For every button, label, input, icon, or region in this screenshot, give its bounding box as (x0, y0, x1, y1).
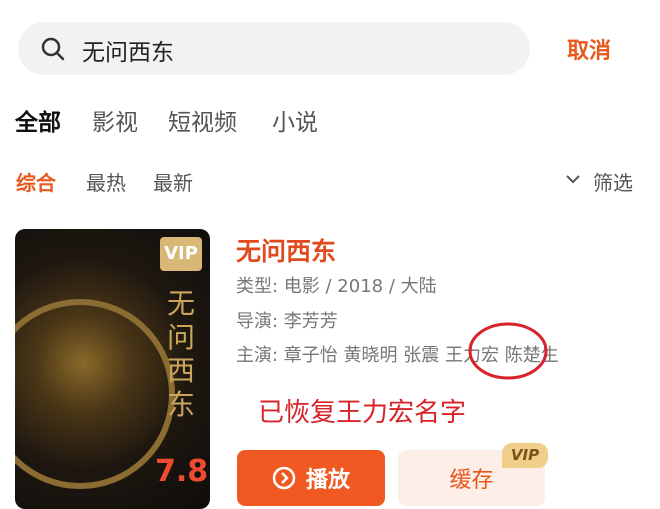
clock-graphic (15, 299, 175, 489)
chevron-down-icon (566, 175, 580, 184)
play-label: 播放 (305, 468, 350, 493)
sort-hottest[interactable]: 最热 (86, 167, 126, 196)
result-title[interactable]: 无问西东 (236, 232, 336, 268)
filter-button[interactable]: 筛选 (593, 167, 633, 196)
tab-video[interactable]: 影视 (92, 103, 138, 137)
tab-all[interactable]: 全部 (15, 103, 61, 137)
search-icon (41, 37, 65, 61)
tab-novel[interactable]: 小说 (272, 103, 318, 137)
cast-label: 主演: (236, 345, 284, 366)
rating: 7.8 (155, 454, 209, 489)
poster-image[interactable]: VIP 无问西东 7.8 (15, 229, 210, 509)
cast-member: 章子怡 (283, 345, 338, 366)
highlight-circle (468, 322, 548, 380)
result-type: 类型: 电影 / 2018 / 大陆 (236, 276, 437, 297)
vip-badge: VIP (160, 237, 202, 271)
sort-newest[interactable]: 最新 (153, 167, 193, 196)
play-button[interactable]: 播放 (237, 450, 385, 506)
result-director: 导演: 李芳芳 (236, 311, 338, 332)
cast-member: 黄晓明 (343, 345, 398, 366)
tab-short-video[interactable]: 短视频 (168, 103, 237, 137)
play-icon (272, 466, 296, 490)
cache-vip-badge: VIP (502, 443, 548, 468)
poster-title: 无问西东 (167, 287, 196, 421)
cache-label: 缓存 (449, 468, 494, 493)
cancel-button[interactable]: 取消 (567, 33, 611, 65)
sort-comprehensive[interactable]: 综合 (16, 167, 56, 196)
annotation-text: 已恢复王力宏名字 (258, 398, 467, 428)
cast-member: 张震 (403, 345, 440, 366)
search-input[interactable]: 无问西东 (82, 33, 174, 67)
